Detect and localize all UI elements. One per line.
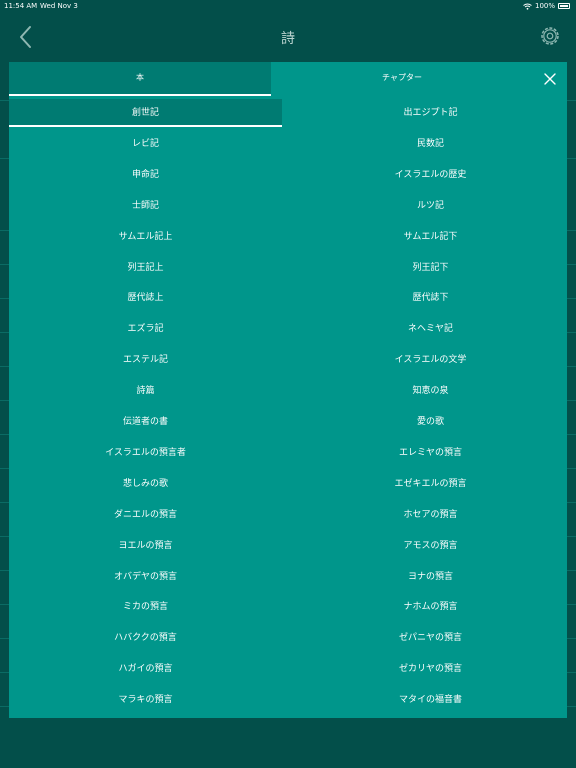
book-item[interactable]: 歴代誌下 [294,284,567,312]
app-screen: 11:54 AM Wed Nov 3 100% 詩 本 チャプター 創世記 出エ… [0,0,576,768]
tab-books[interactable]: 本 [9,62,271,96]
book-item[interactable]: 出エジプト記 [294,99,567,127]
status-bar: 11:54 AM Wed Nov 3 100% [0,0,576,12]
book-item[interactable]: ゼパニヤの預言 [294,624,567,652]
book-item[interactable]: サムエル記下 [294,223,567,251]
book-picker-modal: 本 チャプター 創世記 出エジプト記 レビ記 民数記 申命記 イスラエルの歴史 士師記 ルツ記… [9,62,567,718]
book-item[interactable]: 士師記 [9,192,282,220]
close-icon[interactable] [541,70,559,88]
book-item[interactable]: ハバククの預言 [9,624,282,652]
status-date: Wed Nov 3 [40,2,78,10]
gear-icon[interactable] [538,24,562,48]
tab-chapters[interactable]: チャプター [271,62,533,96]
book-item[interactable]: イスラエルの文学 [294,346,567,374]
book-item[interactable]: ナホムの預言 [294,593,567,621]
book-item[interactable]: ハガイの預言 [9,655,282,683]
book-item[interactable]: サムエル記上 [9,223,282,251]
book-item[interactable]: アモスの預言 [294,532,567,560]
book-item[interactable]: イスラエルの歴史 [294,161,567,189]
book-item[interactable]: エステル記 [9,346,282,374]
book-item[interactable]: 知恵の泉 [294,377,567,405]
book-item[interactable]: エズラ記 [9,315,282,343]
book-item[interactable]: 申命記 [9,161,282,189]
book-item[interactable]: ゼカリヤの預言 [294,655,567,683]
book-item[interactable]: ダニエルの預言 [9,501,282,529]
book-item[interactable]: ヨナの預言 [294,563,567,591]
navigation-bar: 詩 [0,14,576,60]
book-item[interactable]: レビ記 [9,130,282,158]
book-item[interactable]: 列王記下 [294,254,567,282]
page-title: 詩 [281,31,295,47]
tab-bar: 本 チャプター [9,62,567,96]
book-item[interactable]: オバデヤの預言 [9,563,282,591]
book-item[interactable]: ホセアの預言 [294,501,567,529]
book-item[interactable]: 歴代誌上 [9,284,282,312]
book-item[interactable]: ヨエルの預言 [9,532,282,560]
book-item[interactable]: 創世記 [9,99,282,127]
book-item[interactable]: マラキの預言 [9,686,282,714]
book-item[interactable]: ミカの預言 [9,593,282,621]
book-item[interactable]: エゼキエルの預言 [294,470,567,498]
book-item[interactable]: 列王記上 [9,254,282,282]
battery-percent: 100% [534,2,555,10]
book-item[interactable]: 詩篇 [9,377,282,405]
status-time: 11:54 AM [4,2,38,10]
book-item[interactable]: エレミヤの預言 [294,439,567,467]
book-item[interactable]: 民数記 [294,130,567,158]
book-item[interactable]: マタイの福音書 [294,686,567,714]
book-item[interactable]: 愛の歌 [294,408,567,436]
book-item[interactable]: ルツ記 [294,192,567,220]
book-item[interactable]: イスラエルの預言者 [9,439,282,467]
book-item[interactable]: ネヘミヤ記 [294,315,567,343]
status-right: 100% [523,2,570,10]
wifi-icon [523,3,532,10]
battery-icon [558,3,570,9]
book-item[interactable]: 悲しみの歌 [9,470,282,498]
book-item[interactable]: 伝道者の書 [9,408,282,436]
